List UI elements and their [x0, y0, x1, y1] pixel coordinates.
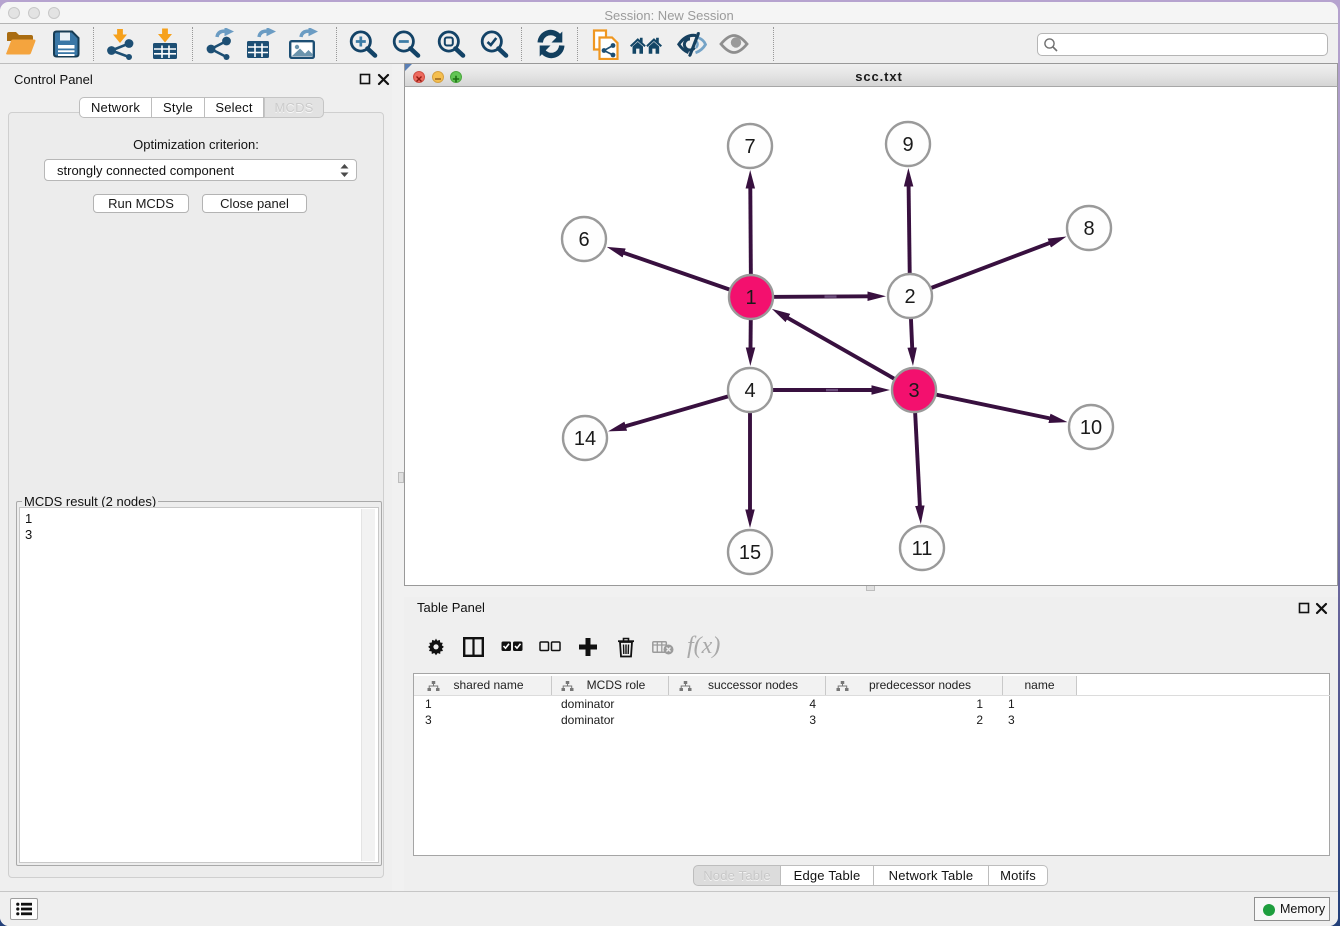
svg-text:2: 2	[904, 286, 915, 308]
svg-text:11: 11	[912, 538, 933, 560]
svg-text:7: 7	[744, 136, 755, 158]
svg-text:4: 4	[744, 380, 755, 402]
svg-text:10: 10	[1080, 417, 1102, 439]
svg-text:15: 15	[739, 542, 761, 564]
svg-text:6: 6	[578, 229, 589, 251]
svg-text:1: 1	[745, 287, 756, 309]
svg-text:3: 3	[908, 380, 919, 402]
svg-text:14: 14	[574, 428, 596, 450]
svg-text:8: 8	[1083, 218, 1094, 240]
svg-text:9: 9	[902, 134, 913, 156]
